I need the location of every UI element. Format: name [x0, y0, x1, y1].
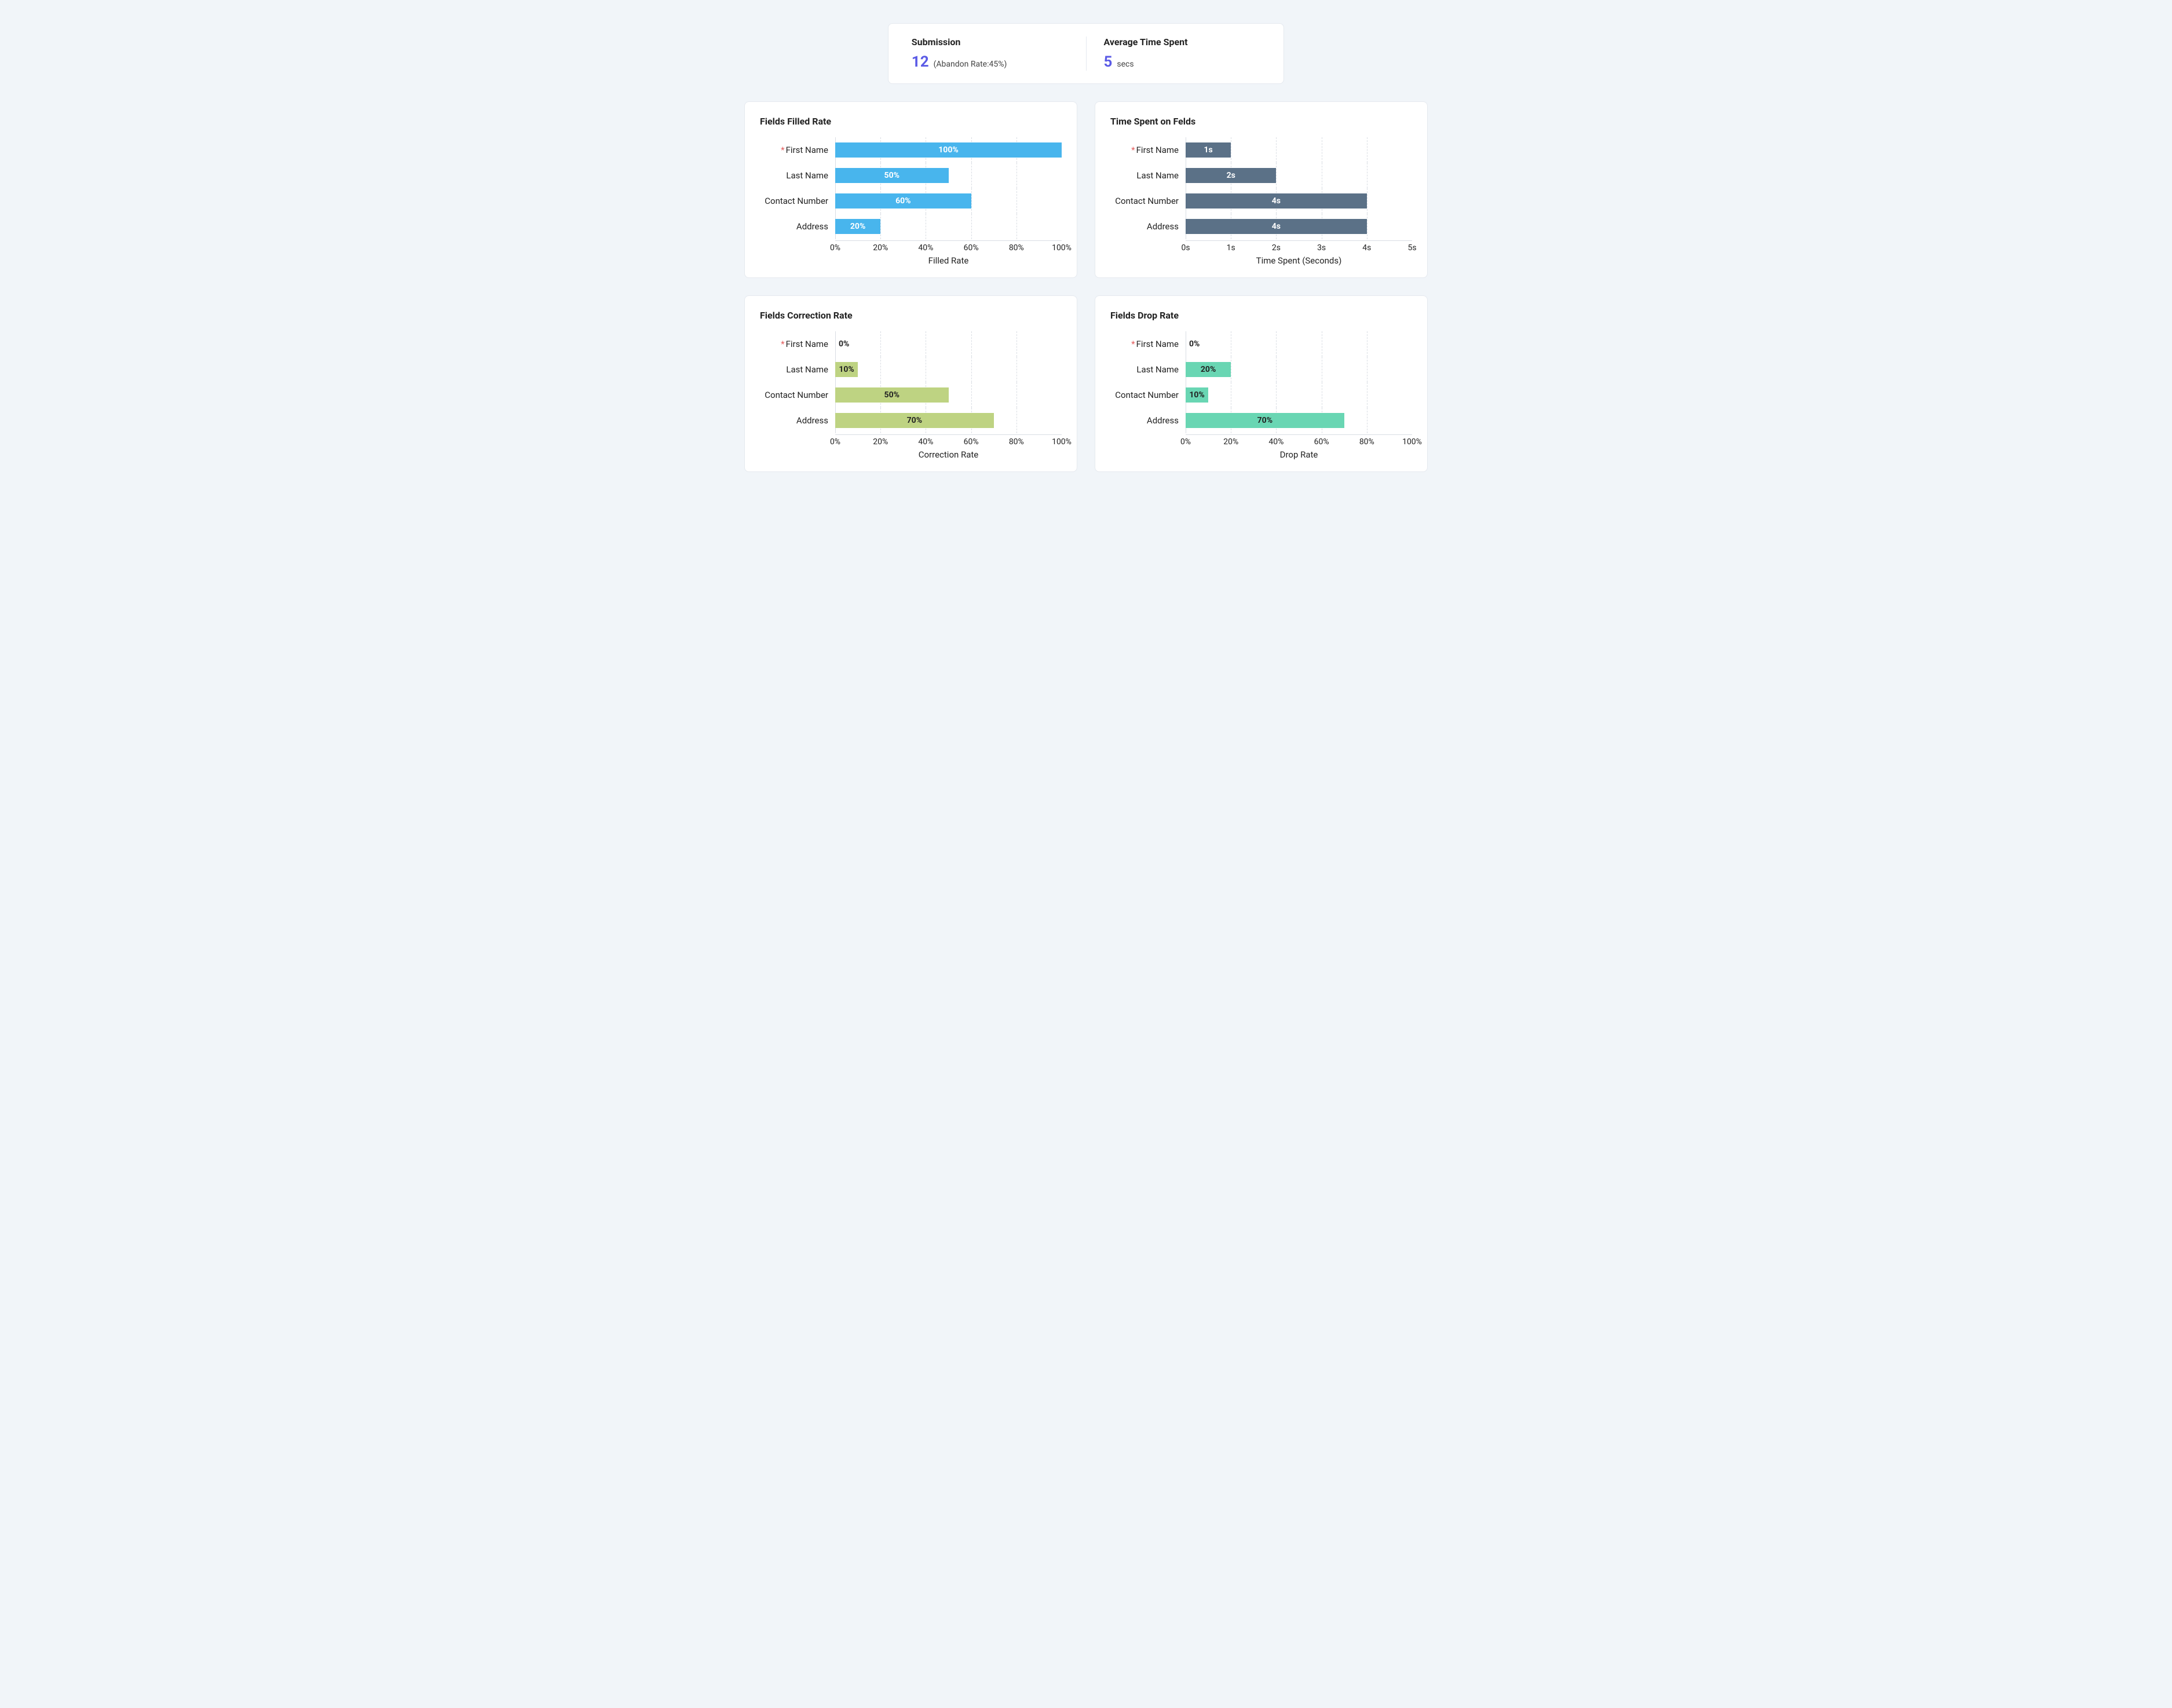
submission-value: 12	[912, 53, 929, 71]
y-label: Last Name	[760, 364, 835, 375]
y-label: *First Name	[1110, 339, 1186, 349]
y-label: Contact Number	[760, 390, 835, 400]
avg-time-unit: secs	[1117, 60, 1133, 69]
dashboard: Submission 12 (Abandon Rate:45%) Average…	[744, 23, 1428, 472]
bar: 70%	[835, 413, 994, 428]
summary-submission: Submission 12 (Abandon Rate:45%)	[906, 36, 1087, 71]
submission-sub: (Abandon Rate:45%)	[934, 60, 1007, 69]
avg-time-label: Average Time Spent	[1104, 36, 1261, 47]
bar: 0%	[835, 337, 839, 352]
y-label: Address	[1110, 415, 1186, 426]
bar-row-address: Address 20%	[760, 214, 1062, 239]
bar: 0%	[1186, 337, 1189, 352]
bar: 70%	[1186, 413, 1344, 428]
y-label: *First Name	[1110, 145, 1186, 155]
chart-time-spent: Time Spent on Felds *First Name 1s Last …	[1095, 101, 1428, 278]
chart-title: Fields Drop Rate	[1110, 310, 1412, 321]
bar-row-first-name: *First Name 100%	[760, 137, 1062, 163]
y-label: Address	[760, 221, 835, 232]
bar-row-contact-number: Contact Number 4s	[1110, 188, 1412, 214]
x-axis: 0% 20% 40% 60% 80% 100%	[760, 434, 1062, 447]
required-asterisk-icon: *	[1131, 339, 1135, 349]
required-asterisk-icon: *	[1131, 145, 1135, 155]
chart-body: *First Name 100% Last Name 50% Contact N…	[760, 137, 1062, 266]
summary-card: Submission 12 (Abandon Rate:45%) Average…	[888, 23, 1284, 84]
y-label: Last Name	[1110, 170, 1186, 181]
bar-row-contact-number: Contact Number 60%	[760, 188, 1062, 214]
y-label: Last Name	[760, 170, 835, 181]
y-label: Last Name	[1110, 364, 1186, 375]
bar-row-last-name: Last Name 2s	[1110, 163, 1412, 188]
x-axis: 0% 20% 40% 60% 80% 100%	[760, 240, 1062, 253]
chart-correction-rate: Fields Correction Rate *First Name 0% La…	[744, 295, 1077, 472]
chart-body: *First Name 1s Last Name 2s Contact Numb…	[1110, 137, 1412, 266]
y-label: Address	[1110, 221, 1186, 232]
bar: 4s	[1186, 193, 1367, 209]
y-label: *First Name	[760, 145, 835, 155]
bar: 10%	[835, 362, 858, 377]
bar-row-address: Address 4s	[1110, 214, 1412, 239]
chart-body: *First Name 0% Last Name 10% Contact Num…	[760, 331, 1062, 460]
bar: 2s	[1186, 168, 1276, 183]
bar-row-address: Address 70%	[760, 408, 1062, 433]
x-axis-label: Time Spent (Seconds)	[1186, 255, 1412, 266]
bar-row-last-name: Last Name 20%	[1110, 357, 1412, 382]
bar: 60%	[835, 193, 971, 209]
bar-row-address: Address 70%	[1110, 408, 1412, 433]
bar-row-last-name: Last Name 50%	[760, 163, 1062, 188]
bar: 100%	[835, 142, 1062, 158]
bar: 4s	[1186, 219, 1367, 234]
bar: 20%	[835, 219, 880, 234]
bar: 1s	[1186, 142, 1231, 158]
required-asterisk-icon: *	[781, 145, 784, 155]
avg-time-value: 5	[1104, 53, 1113, 71]
x-axis: 0s 1s 2s 3s 4s 5s	[1110, 240, 1412, 253]
required-asterisk-icon: *	[781, 339, 784, 349]
bar: 50%	[835, 168, 949, 183]
summary-avg-time: Average Time Spent 5 secs	[1087, 36, 1267, 71]
bar-row-first-name: *First Name 1s	[1110, 137, 1412, 163]
chart-drop-rate: Fields Drop Rate *First Name 0% Last Nam…	[1095, 295, 1428, 472]
submission-label: Submission	[912, 36, 1069, 47]
chart-body: *First Name 0% Last Name 20% Contact Num…	[1110, 331, 1412, 460]
bar-row-last-name: Last Name 10%	[760, 357, 1062, 382]
chart-title: Fields Filled Rate	[760, 116, 1062, 127]
bar: 10%	[1186, 387, 1208, 403]
x-axis-label: Drop Rate	[1186, 449, 1412, 460]
bar-row-contact-number: Contact Number 10%	[1110, 382, 1412, 408]
y-label: Contact Number	[1110, 390, 1186, 400]
chart-title: Time Spent on Felds	[1110, 116, 1412, 127]
bar-row-contact-number: Contact Number 50%	[760, 382, 1062, 408]
y-label: Contact Number	[1110, 196, 1186, 206]
x-axis-label: Filled Rate	[835, 255, 1062, 266]
x-axis: 0% 20% 40% 60% 80% 100%	[1110, 434, 1412, 447]
bar: 20%	[1186, 362, 1231, 377]
chart-title: Fields Correction Rate	[760, 310, 1062, 321]
y-label: Address	[760, 415, 835, 426]
chart-filled-rate: Fields Filled Rate *First Name 100% Last…	[744, 101, 1077, 278]
bar: 50%	[835, 387, 949, 403]
y-label: *First Name	[760, 339, 835, 349]
bar-row-first-name: *First Name 0%	[1110, 331, 1412, 357]
bar-row-first-name: *First Name 0%	[760, 331, 1062, 357]
y-label: Contact Number	[760, 196, 835, 206]
x-axis-label: Correction Rate	[835, 449, 1062, 460]
